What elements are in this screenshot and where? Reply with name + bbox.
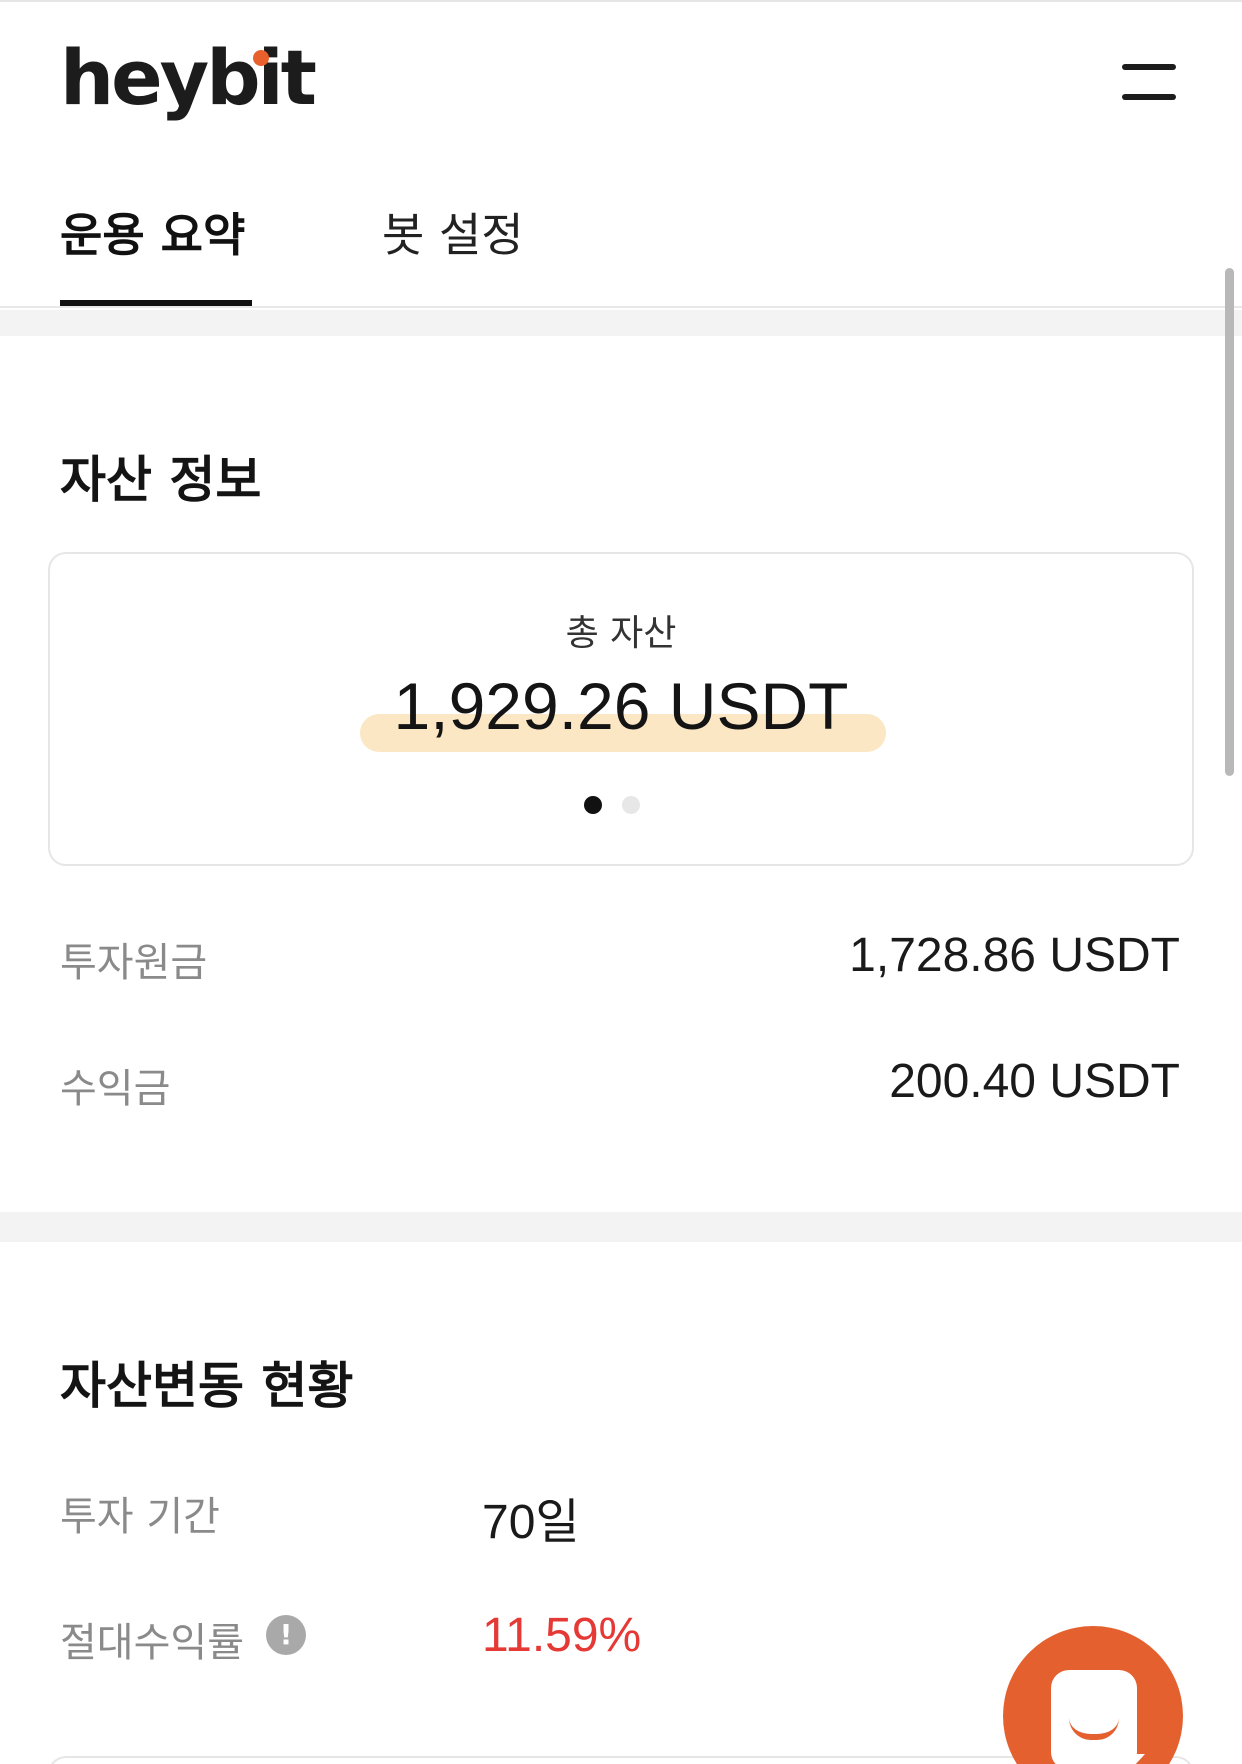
- absolute-return-value: 11.59%: [482, 1609, 642, 1662]
- chat-smile: [1069, 1718, 1119, 1740]
- page: heybit 운용 요약 봇 설정 자산 정보 총 자산 1,929.26 US…: [0, 0, 1242, 1764]
- info-icon[interactable]: !: [266, 1615, 306, 1655]
- chat-tail: [1121, 1754, 1145, 1764]
- active-tab-indicator: [60, 300, 252, 306]
- heybit-logo[interactable]: heybit: [60, 40, 317, 116]
- section-separator: [0, 310, 1242, 336]
- app-header: heybit: [0, 2, 1242, 162]
- investment-period-label: 투자 기간: [60, 1494, 220, 1540]
- investment-period-value: 70일: [482, 1496, 580, 1549]
- logo-accent-dot: [253, 50, 269, 66]
- hamburger-menu-icon[interactable]: [1118, 60, 1180, 106]
- carousel-dot[interactable]: [622, 796, 640, 814]
- chat-icon: [1051, 1670, 1145, 1764]
- asset-info-title: 자산 정보: [60, 451, 262, 509]
- menu-line: [1122, 94, 1176, 100]
- scrollbar[interactable]: [1225, 268, 1234, 776]
- total-asset-value: 1,929.26 USDT: [393, 669, 849, 743]
- tab-bot-settings[interactable]: 봇 설정: [382, 208, 524, 263]
- absolute-return-label: 절대수익률: [60, 1620, 244, 1666]
- profit-value: 200.40 USDT: [889, 1055, 1180, 1108]
- asset-change-title: 자산변동 현황: [60, 1357, 354, 1415]
- total-asset-label: 총 자산: [565, 613, 677, 654]
- tab-bar: 운용 요약 봇 설정: [0, 196, 1242, 308]
- carousel-dot-active[interactable]: [584, 796, 602, 814]
- total-asset-card[interactable]: 총 자산 1,929.26 USDT: [48, 552, 1194, 866]
- principal-label: 투자원금: [60, 940, 208, 986]
- section-separator: [0, 1212, 1242, 1242]
- tab-summary[interactable]: 운용 요약: [60, 208, 245, 263]
- menu-line: [1122, 64, 1176, 70]
- principal-value: 1,728.86 USDT: [849, 929, 1180, 982]
- profit-label: 수익금: [60, 1066, 171, 1112]
- chat-button[interactable]: [1003, 1626, 1183, 1764]
